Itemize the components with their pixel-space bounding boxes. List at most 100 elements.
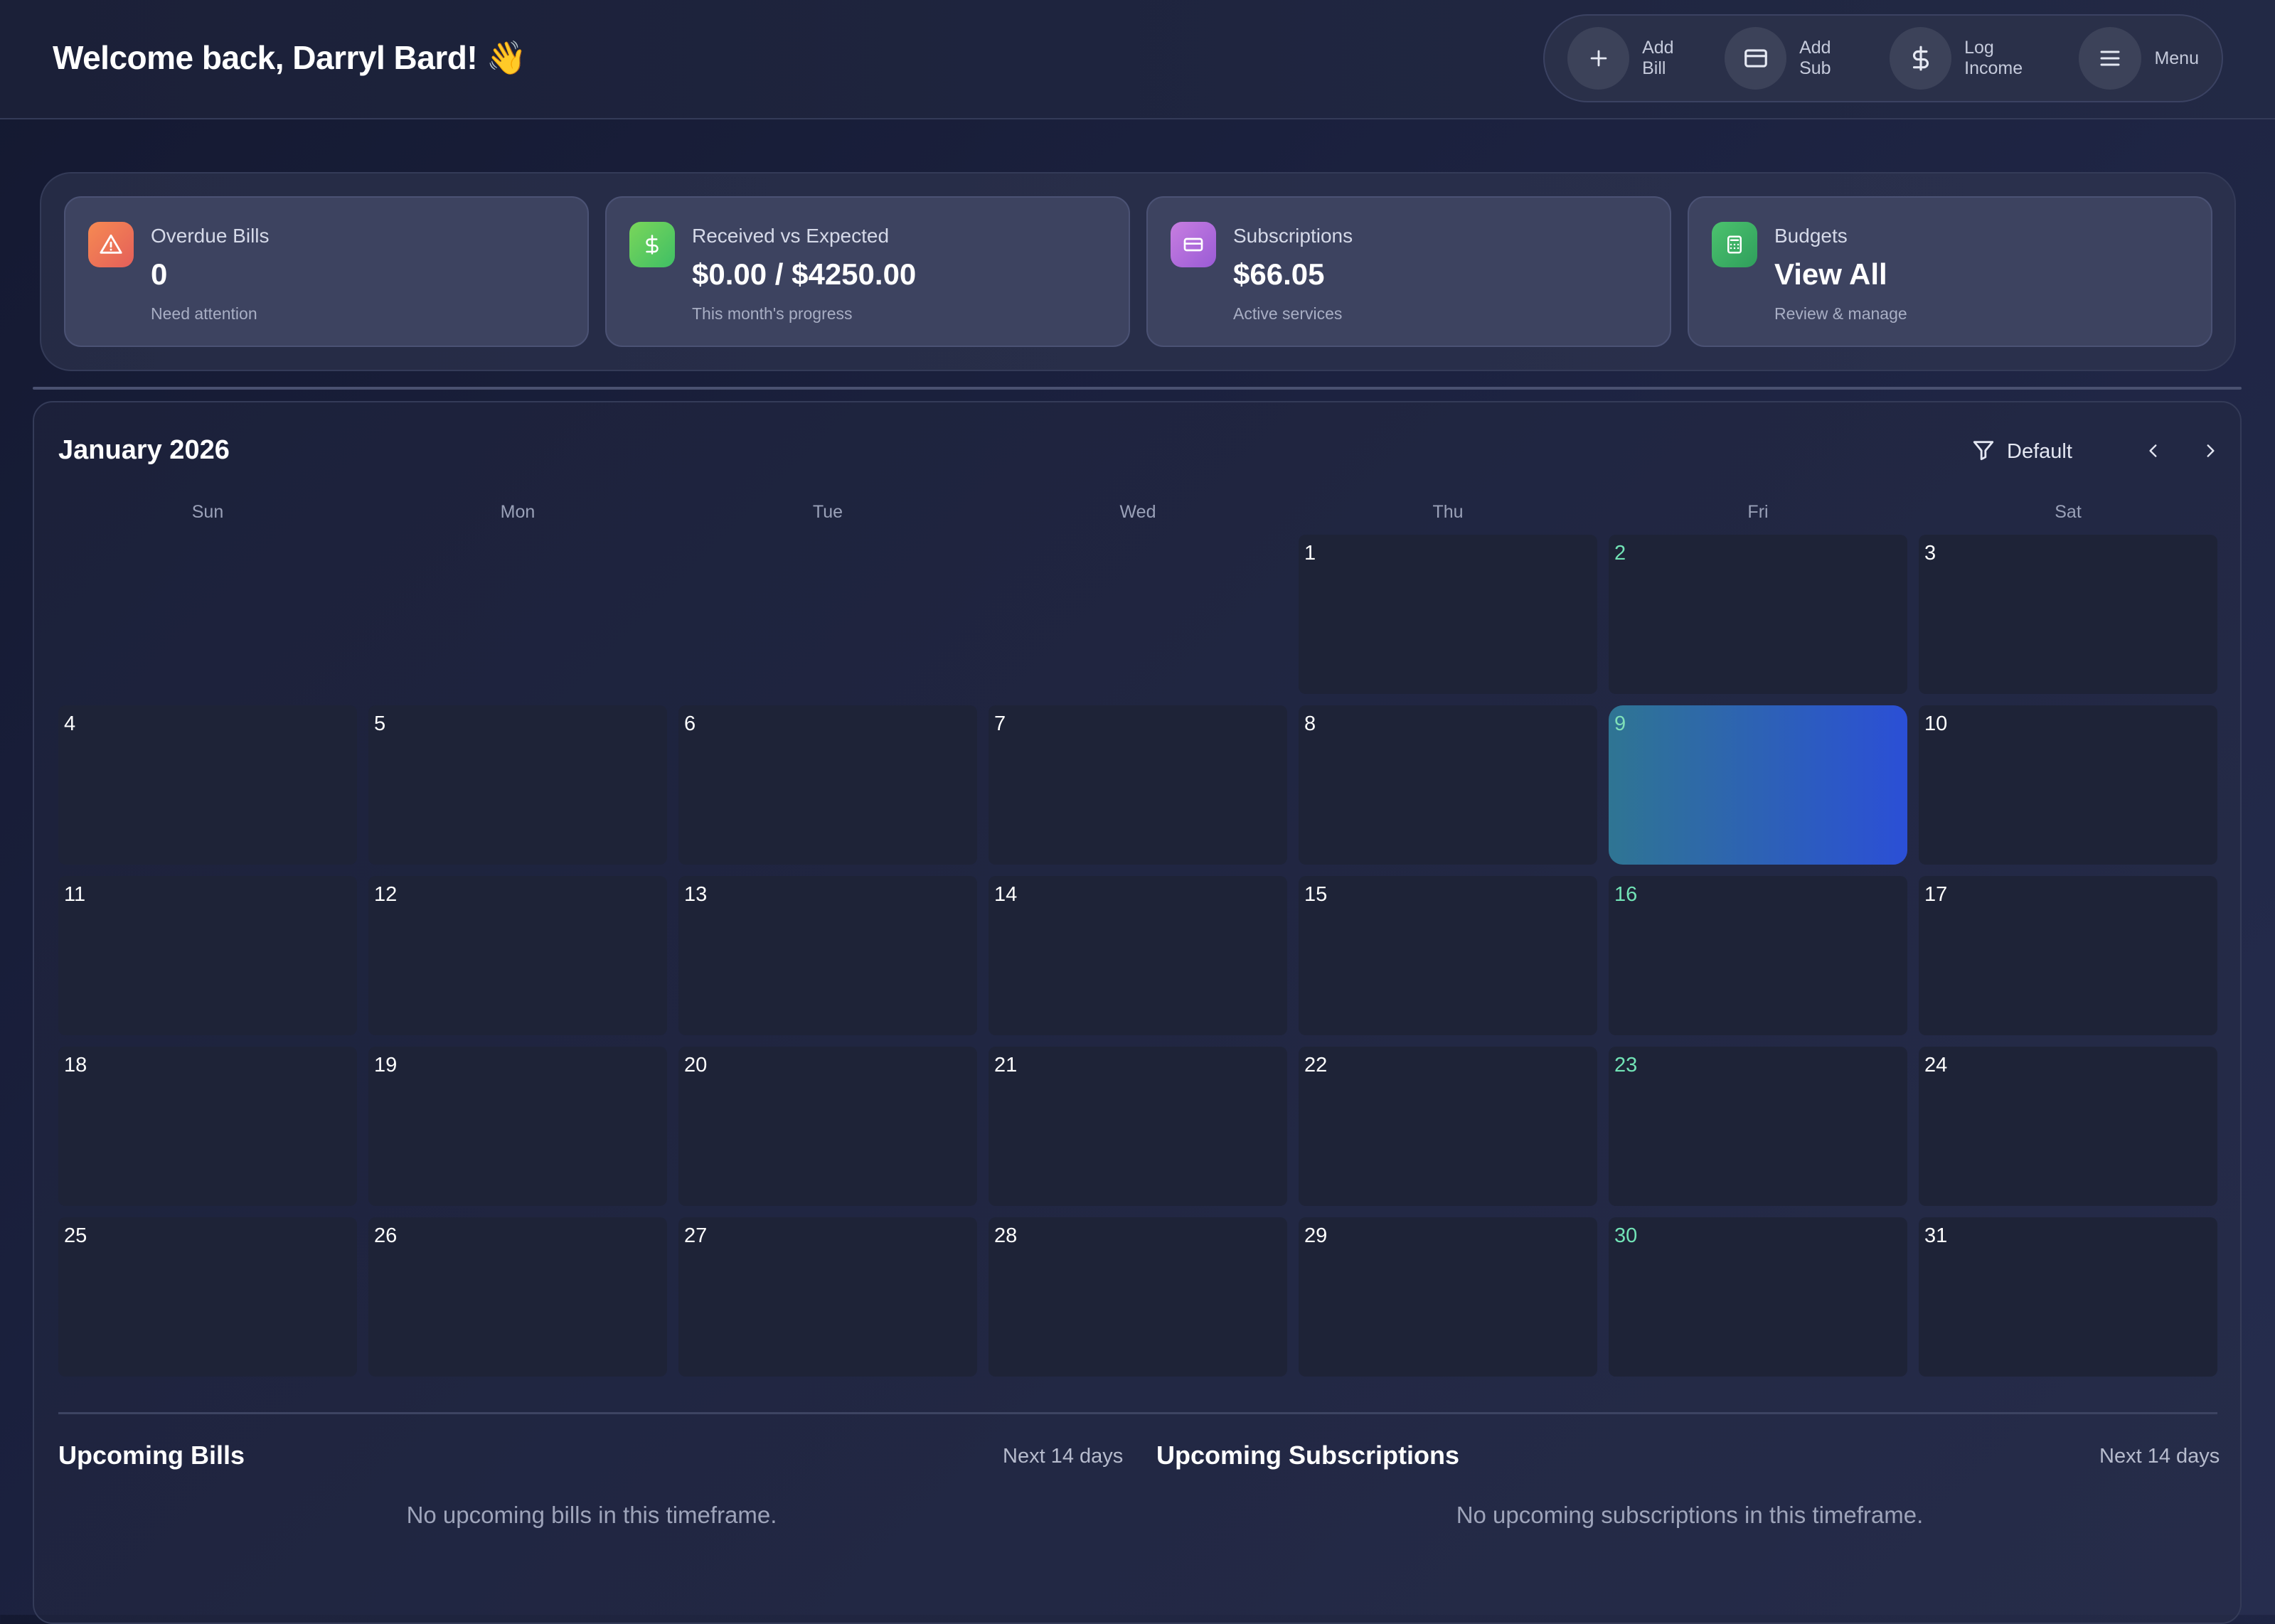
- quick-actions-bar: Add Bill Add Sub Log Income Menu: [1543, 14, 2223, 102]
- day-number: 30: [1614, 1224, 1638, 1247]
- weekday-header-sat: Sat: [2055, 502, 2082, 522]
- stat-subtitle: This month's progress: [692, 304, 853, 323]
- calendar-day[interactable]: 26: [368, 1217, 667, 1377]
- weekday-header-wed: Wed: [1119, 502, 1156, 522]
- calendar-day[interactable]: 16: [1609, 876, 1907, 1035]
- day-number: 1: [1304, 542, 1316, 565]
- calendar-day[interactable]: 13: [678, 876, 977, 1035]
- stats-panel: Overdue Bills 0 Need attention Received …: [40, 172, 2236, 371]
- stat-title: Subscriptions: [1233, 225, 1353, 247]
- stat-subtitle: Need attention: [151, 304, 257, 323]
- day-number: 28: [994, 1224, 1018, 1247]
- day-number: 5: [374, 712, 386, 735]
- filter-button[interactable]: Default: [1971, 438, 2072, 466]
- next-month-button[interactable]: [2195, 437, 2226, 468]
- calendar-day[interactable]: 4: [58, 705, 357, 865]
- calendar-day[interactable]: 30: [1609, 1217, 1907, 1377]
- day-number: 8: [1304, 712, 1316, 735]
- day-number: 20: [684, 1054, 708, 1077]
- warning-icon: [88, 222, 134, 267]
- budgets-card[interactable]: Budgets View All Review & manage: [1688, 196, 2212, 347]
- day-number: 29: [1304, 1224, 1328, 1247]
- calendar-day[interactable]: 12: [368, 876, 667, 1035]
- stat-value: $0.00 / $4250.00: [692, 257, 917, 291]
- calendar-day[interactable]: 5: [368, 705, 667, 865]
- calendar-day[interactable]: 21: [989, 1047, 1287, 1206]
- filter-label: Default: [2007, 440, 2072, 463]
- calendar-day[interactable]: 14: [989, 876, 1287, 1035]
- stat-title: Budgets: [1774, 225, 1848, 247]
- stat-value: View All: [1774, 257, 1887, 291]
- stat-title: Received vs Expected: [692, 225, 890, 247]
- calendar-day[interactable]: 8: [1299, 705, 1597, 865]
- day-number: 22: [1304, 1054, 1328, 1077]
- calendar-day[interactable]: 11: [58, 876, 357, 1035]
- chevron-left-icon: [2144, 442, 2163, 464]
- log-income-button[interactable]: Log Income: [1890, 27, 2056, 90]
- calendar-day[interactable]: 25: [58, 1217, 357, 1377]
- calendar-day[interactable]: 29: [1299, 1217, 1597, 1377]
- day-number: 11: [64, 883, 86, 906]
- add-sub-button[interactable]: Add Sub: [1724, 27, 1867, 90]
- weekday-header-fri: Fri: [1747, 502, 1769, 522]
- card-icon: [1171, 222, 1216, 267]
- calendar-day[interactable]: 2: [1609, 535, 1907, 694]
- calendar-day[interactable]: 27: [678, 1217, 977, 1377]
- calendar-day[interactable]: 20: [678, 1047, 977, 1206]
- add-sub-label: Add Sub: [1799, 38, 1831, 78]
- subscriptions-card[interactable]: Subscriptions $66.05 Active services: [1146, 196, 1671, 347]
- day-number: 31: [1924, 1224, 1948, 1247]
- calendar-day[interactable]: 23: [1609, 1047, 1907, 1206]
- calculator-icon: [1712, 222, 1757, 267]
- dollar-icon: [1890, 27, 1952, 90]
- stat-title: Overdue Bills: [151, 225, 270, 247]
- day-number: 15: [1304, 883, 1328, 906]
- calendar-day[interactable]: 3: [1919, 535, 2217, 694]
- log-income-label: Log Income: [1964, 38, 2023, 78]
- day-number: 14: [994, 883, 1018, 906]
- day-number: 16: [1614, 883, 1638, 906]
- day-number: 25: [64, 1224, 87, 1247]
- calendar-day[interactable]: 18: [58, 1047, 357, 1206]
- day-number: 19: [374, 1054, 398, 1077]
- day-number: 3: [1924, 542, 1936, 565]
- calendar-day[interactable]: 15: [1299, 876, 1597, 1035]
- overdue-bills-card[interactable]: Overdue Bills 0 Need attention: [64, 196, 589, 347]
- weekday-header-tue: Tue: [812, 502, 843, 522]
- calendar-day[interactable]: 28: [989, 1217, 1287, 1377]
- filter-icon: [1971, 438, 1996, 466]
- upcoming-bills-range: Next 14 days: [1003, 1445, 1124, 1468]
- day-number: 9: [1614, 712, 1626, 735]
- calendar-day[interactable]: 22: [1299, 1047, 1597, 1206]
- menu-icon: [2079, 27, 2142, 90]
- day-number: 18: [64, 1054, 87, 1077]
- calendar-day[interactable]: 7: [989, 705, 1287, 865]
- add-bill-button[interactable]: Add Bill: [1567, 27, 1702, 90]
- calendar-day[interactable]: 24: [1919, 1047, 2217, 1206]
- dollar-icon: [629, 222, 675, 267]
- day-number: 10: [1924, 712, 1948, 735]
- upcoming-bills-title: Upcoming Bills: [58, 1441, 245, 1470]
- calendar-day[interactable]: 17: [1919, 876, 2217, 1035]
- calendar-day-today[interactable]: 9: [1609, 705, 1907, 865]
- menu-button[interactable]: Menu: [2079, 27, 2199, 90]
- stat-value: $66.05: [1233, 257, 1325, 291]
- plus-icon: [1567, 27, 1630, 90]
- calendar-day[interactable]: 1: [1299, 535, 1597, 694]
- calendar-day[interactable]: 19: [368, 1047, 667, 1206]
- day-number: 13: [684, 883, 708, 906]
- received-vs-expected-card[interactable]: Received vs Expected $0.00 / $4250.00 Th…: [605, 196, 1130, 347]
- day-number: 21: [994, 1054, 1018, 1077]
- upcoming-bills-empty: No upcoming bills in this timeframe.: [406, 1502, 777, 1528]
- stat-subtitle: Active services: [1233, 304, 1343, 323]
- calendar-panel: January 2026 Default Sun Mon Tue Wed Thu…: [33, 401, 2242, 1624]
- weekday-header-mon: Mon: [500, 502, 536, 522]
- calendar-day[interactable]: 10: [1919, 705, 2217, 865]
- calendar-day[interactable]: 6: [678, 705, 977, 865]
- day-number: 12: [374, 883, 398, 906]
- stat-subtitle: Review & manage: [1774, 304, 1907, 323]
- day-number: 23: [1614, 1054, 1638, 1077]
- calendar-day[interactable]: 31: [1919, 1217, 2217, 1377]
- prev-month-button[interactable]: [2138, 437, 2169, 468]
- section-divider: [33, 387, 2242, 390]
